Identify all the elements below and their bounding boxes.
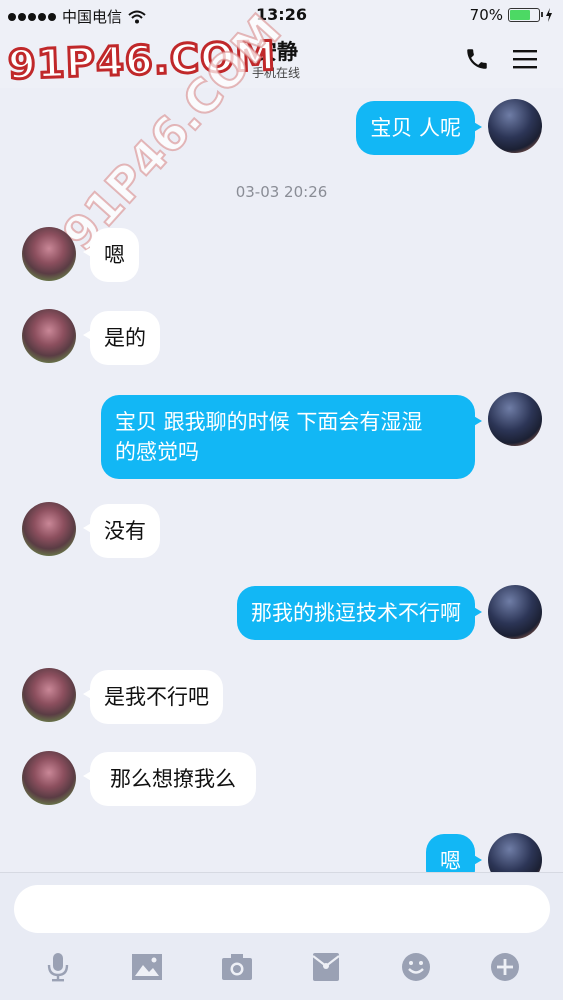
red-packet-button[interactable] <box>306 947 346 987</box>
image-icon <box>132 954 162 980</box>
contact-avatar[interactable] <box>22 309 76 363</box>
microphone-icon <box>47 953 69 982</box>
contact-message-bubble[interactable]: 嗯 <box>83 228 139 282</box>
battery-percent: 70% <box>469 6 503 24</box>
image-button[interactable] <box>127 947 167 987</box>
contact-avatar[interactable] <box>22 751 76 805</box>
battery-area: 70% <box>470 6 553 24</box>
red-packet-icon <box>312 953 340 981</box>
composer-bar <box>0 872 563 1000</box>
status-bar: 中国电信 13:26 70% <box>0 0 563 30</box>
contact-avatar[interactable] <box>22 227 76 281</box>
call-button[interactable] <box>462 44 492 74</box>
my-message-bubble[interactable]: 宝贝 人呢 <box>356 101 482 155</box>
contact-message-bubble[interactable]: 是的 <box>83 311 160 365</box>
charging-icon <box>546 8 552 22</box>
camera-icon <box>222 954 252 980</box>
more-button[interactable] <box>485 947 525 987</box>
contact-message-bubble[interactable]: 没有 <box>83 504 160 558</box>
my-avatar[interactable] <box>488 392 542 446</box>
my-avatar[interactable] <box>488 585 542 639</box>
message-line: 的感觉吗 <box>115 440 199 464</box>
emoji-icon <box>402 953 430 981</box>
contact-avatar[interactable] <box>22 502 76 556</box>
composer-toolbar <box>0 947 563 987</box>
battery-icon <box>508 8 543 22</box>
message-line: 宝贝 跟我聊的时候 下面会有湿湿 <box>115 410 423 434</box>
message-timestamp: 03-03 20:26 <box>235 183 328 201</box>
contact-avatar[interactable] <box>22 668 76 722</box>
emoji-button[interactable] <box>396 947 436 987</box>
voice-button[interactable] <box>38 947 78 987</box>
my-message-bubble[interactable]: 宝贝 跟我聊的时候 下面会有湿湿 的感觉吗 <box>101 395 482 479</box>
my-message-bubble[interactable]: 那我的挑逗技术不行啊 <box>237 586 482 640</box>
menu-icon <box>513 50 537 69</box>
contact-message-bubble[interactable]: 那么想撩我么 <box>83 752 256 806</box>
contact-message-bubble[interactable]: 是我不行吧 <box>83 670 223 724</box>
menu-button[interactable] <box>510 44 540 74</box>
camera-button[interactable] <box>217 947 257 987</box>
message-input[interactable] <box>14 885 550 933</box>
plus-icon <box>491 953 519 981</box>
phone-icon <box>467 49 487 69</box>
my-avatar[interactable] <box>488 99 542 153</box>
